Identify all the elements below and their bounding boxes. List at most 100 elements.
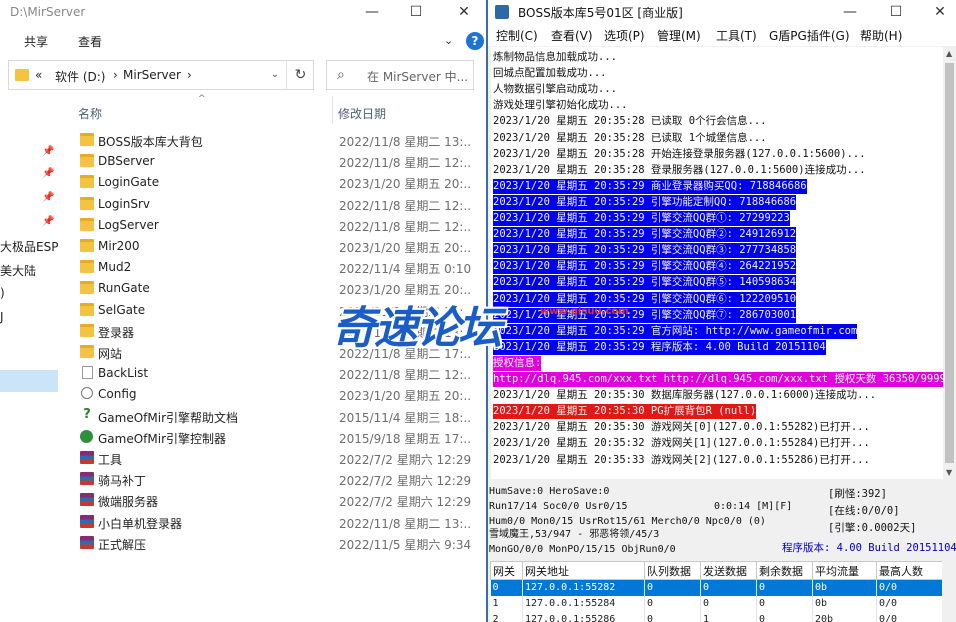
gateway-cell: 0 (490, 579, 523, 596)
log-scrollbar[interactable]: ▲ ▼ (943, 47, 956, 479)
file-row[interactable]: Config 2023/1/20 星期五 20:.. (62, 384, 488, 405)
gateway-row[interactable]: 0 127.0.0.1:55282 0 0 0 0b 0/0 (490, 579, 942, 596)
file-row[interactable]: GameOfMir引擎控制器 2015/9/18 星期五 17:.. (62, 427, 488, 448)
gateway-row[interactable]: 1 127.0.0.1:55284 0 0 0 0b 0/0 (490, 595, 942, 612)
file-row[interactable]: LoginSrv 2022/11/8 星期二 12:.. (62, 194, 488, 215)
log-output[interactable]: 炼制物品信息加载成功... 回城点配置加载成功... 人物数据引擎启动成功... 游戏… (491, 47, 943, 479)
file-row[interactable]: LoginGate 2023/1/20 星期五 20:.. (62, 172, 488, 193)
file-icon (82, 366, 93, 380)
gateway-column-header[interactable]: 发送数据 (700, 561, 757, 580)
archive-icon (80, 514, 94, 528)
status-uptime: 0:0:14 [M][F] (714, 501, 793, 512)
folder-icon (80, 154, 94, 168)
scroll-down-icon[interactable]: ▼ (946, 468, 952, 477)
watermark-url: www.qisuu.com (540, 306, 629, 317)
navigation-pane: 📌 📌 📌 📌 大极品ESP 美大陆 ) J (0, 96, 62, 622)
file-row[interactable]: Mud2 2022/11/4 星期五 0:10 (62, 257, 488, 278)
file-date-modified: 2023/1/20 星期五 20:.. (339, 177, 472, 192)
column-date-modified[interactable]: 修改日期 (338, 105, 386, 122)
breadcrumb-sep[interactable]: › (113, 68, 118, 82)
search-icon: ⌕ (337, 67, 345, 83)
gateway-cell: 0b (812, 579, 877, 596)
close-button[interactable]: ✕ (928, 2, 952, 22)
log-line: 2023/1/20 星期五 20:35:29 引擎交流QQ群②: 2491269… (493, 227, 797, 243)
file-date-modified: 2022/11/8 星期二 12:.. (339, 219, 472, 234)
refresh-icon[interactable]: ↻ (286, 60, 314, 90)
breadcrumb-sep[interactable]: › (187, 68, 192, 82)
menu-control[interactable]: 控制(C) (496, 27, 538, 44)
file-name: BOSS版本库大背包 (98, 135, 203, 149)
menu-options[interactable]: 选项(P) (604, 27, 645, 44)
file-row[interactable]: 小白单机登录器 2022/11/8 星期二 13:.. (62, 512, 488, 533)
gateway-scrollbar[interactable] (943, 561, 956, 622)
gateway-row[interactable]: 2 127.0.0.1:55286 0 1 0 20b 0/0 (490, 611, 942, 622)
column-divider[interactable] (332, 96, 333, 124)
status-save: HumSave:0 HeroSave:0 (489, 486, 610, 497)
file-name: SelGate (98, 302, 146, 317)
nav-item[interactable]: 美大陆 (0, 262, 36, 279)
help-icon[interactable]: ? (466, 32, 484, 50)
gateway-column-header[interactable]: 最高人数 (876, 561, 942, 580)
minimize-button[interactable]: — (360, 2, 384, 22)
gateway-cell: 0 (756, 579, 813, 596)
log-line: 2023/1/20 星期五 20:35:29 引擎交流QQ群③: 2777348… (493, 243, 797, 259)
status-panel: HumSave:0 HeroSave:0 Run17/14 Soc0/0 Usr… (488, 483, 956, 559)
scroll-thumb[interactable] (945, 63, 954, 463)
file-row[interactable]: BackList 2022/11/8 星期二 12:.. (62, 363, 488, 384)
maximize-button[interactable]: ☐ (404, 2, 428, 22)
gateway-column-header[interactable]: 网关地址 (522, 561, 645, 580)
menu-tools[interactable]: 工具(T) (716, 27, 757, 44)
menu-help[interactable]: 帮助(H) (860, 27, 902, 44)
breadcrumb-drive[interactable]: 软件 (D:) (55, 68, 105, 85)
folder-icon (80, 239, 94, 252)
folder-icon (80, 196, 94, 210)
log-line: 炼制物品信息加载成功... (493, 51, 617, 63)
nav-item[interactable]: 大极品ESP (0, 238, 58, 255)
log-line: 2023/1/20 星期五 20:35:29 引擎交流QQ群⑥: 1222095… (493, 291, 797, 307)
menu-view[interactable]: 查看(V) (551, 27, 593, 44)
file-row[interactable]: BOSS版本库大背包 2022/11/8 星期二 13:.. (62, 130, 488, 151)
address-dropdown-icon[interactable]: ⌄ (268, 60, 282, 90)
file-date-modified: 2015/9/18 星期五 17:.. (339, 431, 472, 446)
file-row[interactable]: LogServer 2022/11/8 星期二 12:.. (62, 215, 488, 236)
minimize-button[interactable]: — (838, 2, 862, 22)
config-file-icon (81, 387, 93, 400)
gateway-column-header[interactable]: 网关 (490, 561, 523, 580)
nav-item[interactable]: J (0, 310, 4, 324)
file-row[interactable]: 工具 2022/7/2 星期六 12:29 (62, 448, 488, 469)
server-title-bar: BOSS版本库5号01区 [商业版] — ☐ ✕ (488, 0, 956, 24)
scroll-up-icon[interactable]: ▲ (946, 49, 952, 58)
collapse-ribbon-icon[interactable]: ⌄ (444, 34, 453, 47)
ribbon-tab-view[interactable]: 查看 (78, 33, 102, 50)
address-chevron[interactable]: « (35, 68, 42, 82)
menu-manage[interactable]: 管理(M) (657, 27, 701, 44)
refresh-monster-count: [刷怪:392] (828, 488, 887, 500)
gateway-column-header[interactable]: 队列数据 (644, 561, 701, 580)
file-name: Mir200 (98, 239, 140, 253)
nav-item-selected[interactable] (0, 370, 58, 392)
menu-pg-plugin[interactable]: G盾PG插件(G) (769, 27, 850, 44)
file-date-modified: 2022/11/8 星期二 12:.. (339, 368, 472, 383)
file-date-modified: 2022/11/4 星期五 0:10 (339, 262, 472, 277)
maximize-button[interactable]: ☐ (884, 2, 908, 22)
file-name: 小白单机登录器 (98, 516, 183, 531)
breadcrumb-folder[interactable]: MirServer (123, 68, 181, 82)
file-row[interactable]: 骑马补丁 2022/7/2 星期六 12:29 (62, 469, 488, 490)
file-row[interactable]: Mir200 2023/1/20 星期五 20:.. (62, 236, 488, 257)
file-row[interactable]: ? GameOfMir引擎帮助文档 2015/11/4 星期三 18:.. (62, 406, 488, 427)
search-box[interactable]: ⌕ 在 MirServer 中... (326, 60, 474, 90)
file-row[interactable]: 微端服务器 2022/7/2 星期六 12:29 (62, 490, 488, 511)
column-name[interactable]: 名称 (78, 105, 102, 122)
close-button[interactable]: ✕ (452, 2, 476, 22)
gateway-column-header[interactable]: 剩余数据 (756, 561, 813, 580)
file-row[interactable]: 正式解压 2022/11/5 星期六 9:34 (62, 533, 488, 554)
nav-item[interactable]: ) (0, 286, 5, 300)
log-line: 人物数据引擎启动成功... (493, 83, 617, 96)
ribbon-tab-share[interactable]: 共享 (24, 33, 48, 50)
log-line: 游戏处理引擎初始化成功... (493, 99, 628, 112)
file-row[interactable]: DBServer 2022/11/8 星期二 12:.. (62, 151, 488, 172)
gateway-column-header[interactable]: 平均流量 (812, 561, 877, 580)
file-name: DBServer (98, 154, 155, 169)
gateway-cell: 0 (700, 595, 757, 612)
folder-icon (80, 281, 94, 295)
